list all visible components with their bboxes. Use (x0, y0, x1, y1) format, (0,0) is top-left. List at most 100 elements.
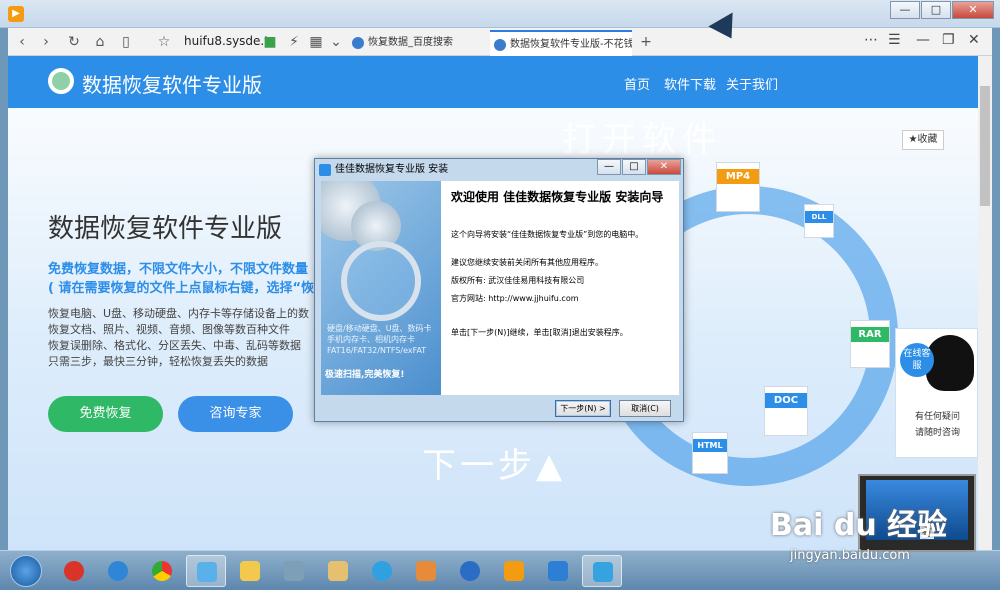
file-label: DOC (765, 393, 807, 408)
dialog-body: 硬盘/移动硬盘、U盘、数码卡 手机内存卡、相机内存卡 FAT16/FAT32/N… (321, 181, 679, 395)
tab-label: 数据恢复软件专业版-不花钱 (510, 39, 632, 50)
window-controls: — □ ✕ (889, 1, 994, 19)
hero-sub-line: ( 请在需要恢复的文件上点鼠标右键，选择“恢 (48, 281, 315, 296)
cancel-button[interactable]: 取消(C) (619, 400, 671, 417)
start-button[interactable] (10, 555, 42, 587)
lightning-icon[interactable]: ⚡ (284, 32, 304, 52)
chrome-icon (152, 561, 172, 581)
more-icon[interactable]: ⋯ (864, 32, 878, 48)
dialog-title: 佳佳数据恢复专业版 安装 (319, 161, 448, 181)
tab-label: 恢复数据_百度搜索 (368, 37, 453, 48)
html-file-icon: HTML (692, 432, 728, 474)
page-scrollbar[interactable] (978, 56, 992, 550)
taskbar-app[interactable] (98, 555, 138, 587)
extension-icon[interactable]: ■ (260, 32, 280, 52)
installer-icon (593, 562, 613, 582)
hero-description: 恢复电脑、U盘、移动硬盘、内存卡等存储设备上的数 恢复文档、照片、视频、音频、图… (48, 306, 309, 370)
menu-download[interactable]: 软件下载 (664, 74, 716, 93)
support-help-text: 有任何疑问 请随时咨询 (896, 409, 978, 441)
taskbar-app[interactable] (538, 555, 578, 587)
back-icon[interactable]: ‹ (12, 32, 32, 52)
minimize-icon[interactable]: — (916, 32, 930, 48)
maximize-button[interactable]: □ (921, 1, 951, 19)
site-header: 数据恢复软件专业版 首页 软件下载 关于我们 (8, 56, 978, 108)
favorite-star-icon[interactable]: ☆ (154, 32, 174, 52)
logo-icon (48, 68, 74, 94)
close-button[interactable]: ✕ (952, 1, 994, 19)
desc-line: 恢复误删除、格式化、分区丢失、中毒、乱码等数据 (48, 339, 301, 352)
hero-title: 数据恢复软件专业版 (48, 214, 283, 244)
baidu-watermark: Bai du 经验 (770, 508, 948, 543)
window-titlebar: ▶ — □ ✕ (0, 0, 1000, 28)
dialog-minimize-button[interactable]: — (597, 159, 621, 175)
taskbar-app[interactable] (318, 555, 358, 587)
online-service-badge[interactable]: 在线客服 (900, 343, 934, 377)
taskbar-installer[interactable] (582, 555, 622, 587)
file-label: HTML (693, 439, 727, 452)
file-label: RAR (851, 327, 889, 342)
open-software-text: 打开软件 (562, 120, 722, 160)
dialog-footer: 下一步(N) > 取消(C) (321, 395, 679, 421)
taskbar-app[interactable] (406, 555, 446, 587)
tab-search[interactable]: 恢复数据_百度搜索 (348, 30, 488, 56)
restore-icon[interactable]: ❐ (942, 32, 955, 48)
folder-icon (240, 561, 260, 581)
grid-icon[interactable]: ▦ (306, 32, 326, 52)
tab-active[interactable]: 数据恢复软件专业版-不花钱 (490, 30, 632, 56)
taskbar-app[interactable] (54, 555, 94, 587)
file-label: DLL (805, 211, 833, 223)
forward-icon[interactable]: › (36, 32, 56, 52)
home-icon[interactable]: ⌂ (90, 32, 110, 52)
taskbar-app[interactable] (362, 555, 402, 587)
taskbar-app[interactable] (230, 555, 270, 587)
dialog-maximize-button[interactable]: □ (622, 159, 646, 175)
browser-close-icon[interactable]: ✕ (968, 32, 980, 48)
dialog-line-1: 这个向导将安装“佳佳数据恢复专业版”到您的电脑中。 (451, 230, 644, 239)
dialog-line-4: 官方网站: http://www.jjhuifu.com (451, 294, 579, 303)
baidu-watermark-url: jingyan.baidu.com (790, 548, 910, 563)
hero-subtitle: 免费恢复数据，不限文件大小，不限文件数量 ( 请在需要恢复的文件上点鼠标右键，选… (48, 258, 314, 296)
taskbar-app[interactable] (450, 555, 490, 587)
taskbar-app[interactable] (494, 555, 534, 587)
rar-file-icon: RAR (850, 320, 890, 368)
chevron-down-icon[interactable]: ⌄ (326, 32, 346, 52)
reading-view-icon[interactable]: ▯ (116, 32, 136, 52)
taskbar-app[interactable] (142, 555, 182, 587)
consult-expert-button[interactable]: 咨询专家 (178, 396, 293, 432)
taskbar-app-active[interactable] (186, 555, 226, 587)
app-icon (284, 561, 304, 581)
tab-favicon-icon (494, 39, 506, 51)
favorite-button[interactable]: ★收藏 (902, 130, 944, 150)
video-icon (504, 561, 524, 581)
taskbar-app[interactable] (274, 555, 314, 587)
dialog-line-2: 建议您继续安装前关闭所有其他应用程序。 (451, 258, 603, 267)
menu-home[interactable]: 首页 (624, 74, 650, 93)
desc-line: 只需三步，最快三分钟，轻松恢复丢失的数据 (48, 355, 268, 368)
dialog-line-5: 单击[下一步(N)]继续，单击[取消]退出安装程序。 (451, 328, 628, 337)
installer-side-banner: 硬盘/移动硬盘、U盘、数码卡 手机内存卡、相机内存卡 FAT16/FAT32/N… (321, 181, 441, 395)
tab-favicon-icon (352, 37, 364, 49)
next-button[interactable]: 下一步(N) > (555, 400, 611, 417)
paint-icon (416, 561, 436, 581)
refresh-icon[interactable]: ↻ (64, 32, 84, 52)
minimize-button[interactable]: — (890, 1, 920, 19)
app-icon (548, 561, 568, 581)
magnifier-icon (341, 241, 421, 321)
new-tab-button[interactable]: + (636, 32, 656, 52)
free-recover-button[interactable]: 免费恢复 (48, 396, 163, 432)
app-icon: ▶ (8, 6, 24, 22)
dialog-line-3: 版权所有: 武汉佳佳易用科技有限公司 (451, 276, 585, 285)
desc-line: 恢复电脑、U盘、移动硬盘、内存卡等存储设备上的数 (48, 307, 310, 320)
app-icon (64, 561, 84, 581)
installer-dialog: 佳佳数据恢复专业版 安装 — □ ✕ 硬盘/移动硬盘、U盘、数码卡 手机内存卡、… (314, 158, 684, 422)
online-support-panel[interactable]: 在线客服 有任何疑问 请随时咨询 (895, 328, 978, 458)
side-description: 硬盘/移动硬盘、U盘、数码卡 手机内存卡、相机内存卡 FAT16/FAT32/N… (327, 324, 432, 355)
app-icon (372, 561, 392, 581)
doc-file-icon: DOC (764, 386, 808, 436)
side-slogan: 极速扫描,完美恢复! (325, 370, 405, 380)
site-logo-text[interactable]: 数据恢复软件专业版 (82, 69, 262, 98)
menu-about[interactable]: 关于我们 (726, 74, 778, 93)
dialog-close-button[interactable]: ✕ (647, 159, 681, 175)
scroll-thumb[interactable] (980, 86, 990, 206)
menu-icon[interactable]: ☰ (888, 32, 901, 48)
